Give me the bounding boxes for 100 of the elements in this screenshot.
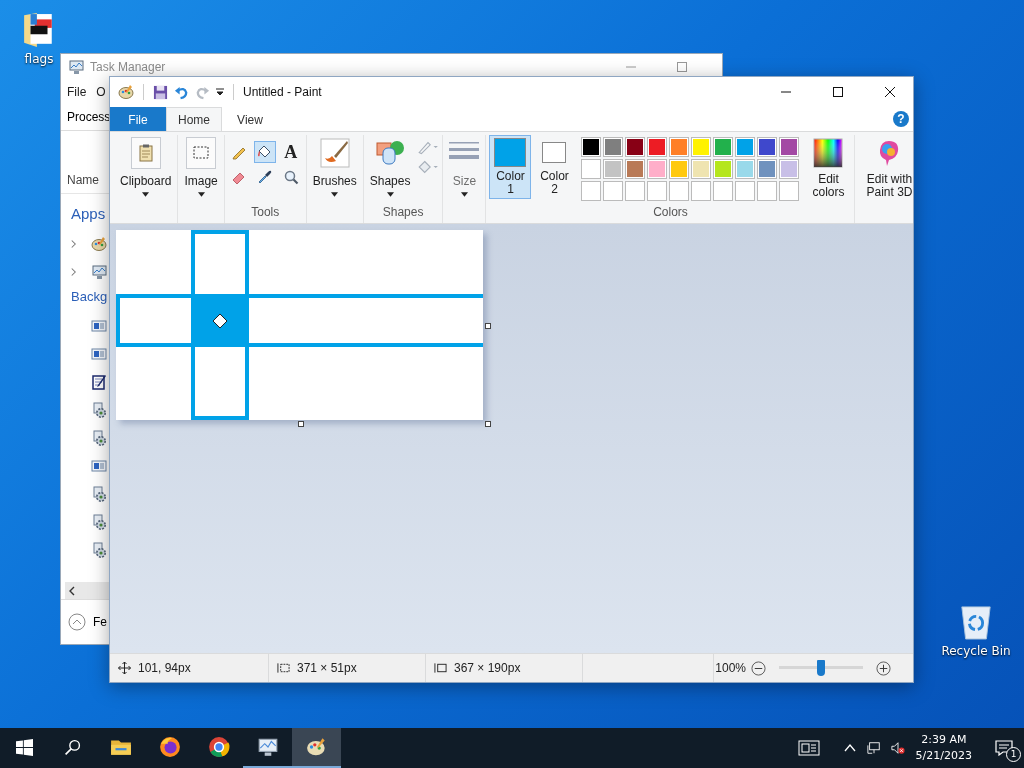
- magnifier-icon: [282, 169, 299, 185]
- window-title: Untitled - Paint: [243, 85, 322, 99]
- color-swatch[interactable]: [691, 159, 712, 179]
- gear-icon: [91, 514, 107, 530]
- edit-colors-button[interactable]: Edit colors: [805, 135, 852, 203]
- color-swatch[interactable]: [647, 137, 668, 157]
- color-swatch[interactable]: [625, 137, 646, 157]
- color-swatch[interactable]: [669, 159, 690, 179]
- resize-handle[interactable]: [485, 421, 491, 427]
- scroll-left-icon[interactable]: [68, 585, 76, 596]
- zoom-out-icon[interactable]: [751, 660, 766, 676]
- shapes-button[interactable]: Shapes: [366, 135, 414, 199]
- color-swatch[interactable]: [757, 159, 778, 179]
- resize-handle[interactable]: [485, 323, 491, 329]
- brushes-button[interactable]: Brushes: [309, 135, 360, 199]
- clock-time[interactable]: 2:39 AM: [921, 732, 967, 748]
- help-button[interactable]: ?: [893, 111, 909, 127]
- color-swatch[interactable]: [581, 137, 602, 157]
- details-toggle[interactable]: Fe: [93, 615, 107, 629]
- slider-thumb[interactable]: [817, 660, 825, 676]
- paint-3d-button[interactable]: Edit with Paint 3D: [858, 135, 921, 201]
- column-header[interactable]: Name: [67, 173, 99, 187]
- ribbon-tab[interactable]: Home: [166, 107, 222, 131]
- window-title: Task Manager: [90, 60, 166, 74]
- color-swatch[interactable]: [713, 137, 734, 157]
- browser-icon: [207, 736, 230, 758]
- caret-icon: [386, 192, 394, 197]
- caret-icon: [197, 192, 205, 197]
- eyedropper-icon: [256, 169, 273, 185]
- paint-bucket-icon: [256, 144, 273, 160]
- color-swatch[interactable]: [603, 159, 624, 179]
- taskbar-button[interactable]: [292, 728, 341, 768]
- resize-handle[interactable]: [298, 421, 304, 427]
- color-slot-button[interactable]: Color 1: [489, 135, 532, 199]
- color-swatch[interactable]: [713, 159, 734, 179]
- color-swatch[interactable]: [735, 137, 756, 157]
- color-swatch[interactable]: [735, 159, 756, 179]
- palette-icon: [118, 84, 134, 100]
- window-icon: [91, 458, 107, 474]
- menu-item[interactable]: O: [96, 85, 106, 99]
- monitor-icon: [91, 264, 107, 280]
- close-icon[interactable]: [885, 87, 895, 97]
- color-swatch[interactable]: [779, 137, 800, 157]
- gear-icon: [91, 486, 107, 502]
- clipboard-button[interactable]: Clipboard: [117, 135, 175, 199]
- group-label: Colors: [653, 205, 688, 221]
- color-swatch[interactable]: [691, 137, 712, 157]
- monitor-icon: [256, 736, 279, 758]
- notification-icon[interactable]: [995, 740, 1013, 756]
- status-text: 101, 94px: [138, 661, 191, 675]
- color-swatch[interactable]: [779, 159, 800, 179]
- ribbon-tab[interactable]: View: [222, 107, 278, 131]
- canvas-size-icon: [434, 662, 447, 674]
- desktop-icon-label[interactable]: flags: [24, 52, 54, 66]
- status-text: 367 × 190px: [454, 661, 521, 675]
- scrollbar[interactable]: [65, 582, 110, 599]
- clock-date[interactable]: 5/21/2023: [915, 748, 972, 764]
- redo-icon[interactable]: [195, 84, 210, 100]
- zoom-in-icon[interactable]: [876, 660, 891, 676]
- monitor-icon: [68, 59, 84, 75]
- color-swatch[interactable]: [669, 137, 690, 157]
- group-label: Shapes: [382, 205, 424, 221]
- gear-icon: [91, 542, 107, 558]
- group-heading: Backg: [71, 289, 108, 304]
- customize-caret-icon[interactable]: [216, 88, 224, 96]
- palette-icon: [305, 736, 328, 758]
- window-icon: [91, 346, 107, 362]
- desktop-icon-label[interactable]: Recycle Bin: [941, 644, 1011, 658]
- color-swatch[interactable]: [757, 137, 778, 157]
- color-swatch[interactable]: [603, 137, 624, 157]
- chevron-icon[interactable]: [70, 239, 77, 249]
- selection-size-icon: [277, 662, 290, 674]
- caret-icon: [331, 192, 339, 197]
- color-swatch[interactable]: [647, 159, 668, 179]
- caret-icon: [460, 192, 468, 197]
- image-button[interactable]: Image: [181, 135, 221, 199]
- network-icon[interactable]: [866, 741, 881, 755]
- menu-item[interactable]: File: [67, 85, 87, 99]
- group-heading: Apps: [71, 205, 106, 222]
- chevron-icon[interactable]: [70, 267, 77, 277]
- gear-icon: [91, 402, 107, 418]
- palette-icon: [91, 236, 107, 252]
- color-swatch[interactable]: [581, 159, 602, 179]
- browser-icon: [158, 736, 181, 758]
- windows-logo-icon: [15, 738, 33, 756]
- color-swatch[interactable]: [625, 159, 646, 179]
- maximize-icon[interactable]: [833, 87, 843, 97]
- save-icon[interactable]: [153, 84, 168, 100]
- file-menu-tab[interactable]: File: [110, 107, 166, 131]
- color-slot-button[interactable]: Color 2: [533, 135, 576, 199]
- color-spectrum-icon: [813, 138, 844, 168]
- tab[interactable]: Process: [67, 110, 111, 124]
- notification-count: 1: [1006, 747, 1021, 762]
- gear-icon: [91, 430, 107, 446]
- muted-speaker-icon[interactable]: [890, 741, 905, 755]
- news-icon[interactable]: [797, 740, 820, 756]
- caret-icon: [142, 192, 150, 197]
- tool-button[interactable]: [253, 141, 276, 163]
- undo-icon[interactable]: [174, 84, 189, 100]
- tool-button[interactable]: A: [279, 141, 302, 163]
